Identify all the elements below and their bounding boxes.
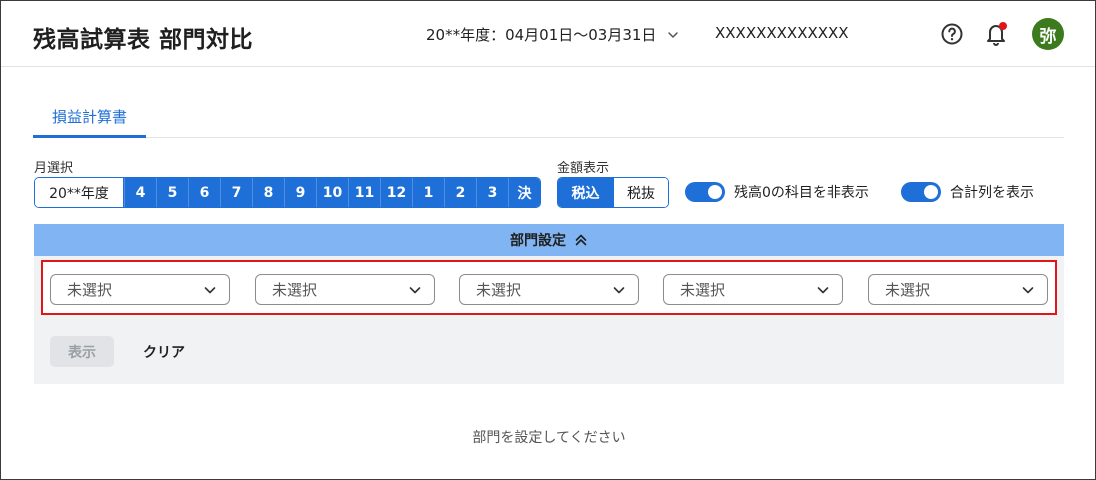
month-button-3[interactable]: 3: [476, 178, 508, 207]
department-select-value: 未選択: [680, 281, 726, 299]
department-select-1[interactable]: 未選択: [50, 274, 230, 305]
chevron-down-icon: [204, 286, 216, 293]
chevron-down-icon: [817, 286, 829, 293]
hide-zero-balance-setting: 残高0の科目を非表示: [685, 182, 869, 202]
tab-income-statement[interactable]: 損益計算書: [33, 97, 146, 138]
notification-dot: [999, 22, 1007, 30]
department-select-row: 未選択 未選択 未選択 未選択 未選択: [41, 260, 1057, 315]
department-select-2[interactable]: 未選択: [255, 274, 435, 305]
month-selector: 20**年度 4 5 6 7 8 9 10 11 12 1 2 3 決: [34, 177, 541, 208]
show-button[interactable]: 表示: [50, 336, 114, 367]
month-button-5[interactable]: 5: [156, 178, 188, 207]
month-button-1[interactable]: 1: [412, 178, 444, 207]
chevron-double-up-icon: [575, 234, 587, 246]
report-tabs: 損益計算書: [33, 97, 1064, 138]
tax-excluded-button[interactable]: 税抜: [613, 178, 668, 207]
show-total-column-label: 合計列を表示: [950, 185, 1034, 201]
department-settings-panel: 未選択 未選択 未選択 未選択 未選択 表示 クリア: [34, 256, 1064, 384]
month-button-7[interactable]: 7: [220, 178, 252, 207]
month-year-button[interactable]: 20**年度: [35, 178, 124, 207]
amount-display-selector: 税込 税抜: [557, 177, 669, 208]
clear-button[interactable]: クリア: [132, 336, 196, 367]
department-settings-label: 部門設定: [510, 233, 566, 249]
fiscal-period-text: 20**年度：04月01日〜03月31日: [426, 26, 657, 44]
avatar[interactable]: 弥: [1032, 18, 1064, 50]
tax-included-button[interactable]: 税込: [558, 178, 613, 207]
bell-icon[interactable]: [984, 21, 1008, 47]
month-button-10[interactable]: 10: [316, 178, 348, 207]
month-button-12[interactable]: 12: [380, 178, 412, 207]
company-name[interactable]: XXXXXXXXXXXXX: [715, 24, 849, 42]
hide-zero-balance-toggle[interactable]: [685, 182, 725, 202]
department-select-4[interactable]: 未選択: [663, 274, 843, 305]
empty-state-message: 部門を設定してください: [472, 430, 626, 446]
month-button-8[interactable]: 8: [252, 178, 284, 207]
department-select-5[interactable]: 未選択: [868, 274, 1048, 305]
month-button-6[interactable]: 6: [188, 178, 220, 207]
question-circle-icon[interactable]: [940, 22, 964, 46]
month-button-11[interactable]: 11: [348, 178, 380, 207]
department-select-value: 未選択: [885, 281, 931, 299]
month-button-4[interactable]: 4: [124, 178, 156, 207]
show-total-column-toggle[interactable]: [901, 182, 941, 202]
chevron-down-icon: [409, 286, 421, 293]
chevron-down-icon: [668, 31, 679, 38]
hide-zero-balance-label: 残高0の科目を非表示: [734, 185, 869, 201]
amount-display-label: 金額表示: [557, 161, 610, 176]
department-select-value: 未選択: [67, 281, 113, 299]
chevron-down-icon: [1022, 286, 1034, 293]
month-button-9[interactable]: 9: [284, 178, 316, 207]
page-header: 残高試算表 部門対比 20**年度：04月01日〜03月31日 XXXXXXXX…: [1, 1, 1095, 67]
department-select-value: 未選択: [476, 281, 522, 299]
month-select-label: 月選択: [34, 161, 74, 176]
month-button-2[interactable]: 2: [444, 178, 476, 207]
month-button-closing[interactable]: 決: [508, 178, 540, 207]
fiscal-period-selector[interactable]: 20**年度：04月01日〜03月31日: [426, 24, 680, 45]
show-total-column-setting: 合計列を表示: [901, 182, 1034, 202]
department-select-3[interactable]: 未選択: [459, 274, 639, 305]
department-settings-header[interactable]: 部門設定: [34, 224, 1064, 256]
chevron-down-icon: [613, 286, 625, 293]
page-title: 残高試算表 部門対比: [33, 27, 254, 53]
department-select-value: 未選択: [272, 281, 318, 299]
app-window: 残高試算表 部門対比 20**年度：04月01日〜03月31日 XXXXXXXX…: [0, 0, 1096, 480]
